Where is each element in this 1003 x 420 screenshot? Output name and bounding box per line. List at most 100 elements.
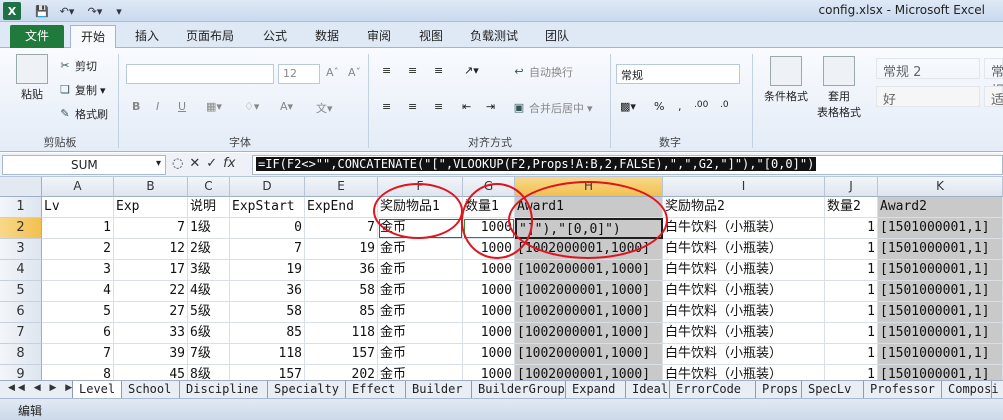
cell-k5[interactable]: [1501000001,1] [878,281,1003,302]
align-left-icon[interactable]: ≡ [382,100,391,113]
cell-k1[interactable]: Award2 [878,197,1003,218]
cell-b2[interactable]: 7 [114,218,188,239]
cell-i3[interactable]: 白牛饮料（小瓶装） [663,239,825,260]
cell-i1[interactable]: 奖励物品2 [663,197,825,218]
wrap-text-button[interactable]: ↩ 自动换行 [512,64,573,80]
cell-b6[interactable]: 27 [114,302,188,323]
cell-j8[interactable]: 1 [825,344,878,365]
cell-f2[interactable]: 金币 [378,218,463,239]
cell-h6[interactable]: [1002000001,1000] [515,302,663,323]
align-top-icon[interactable]: ≡ [382,64,391,77]
cell-a6[interactable]: 5 [42,302,114,323]
column-header-a[interactable]: A [42,177,114,197]
cell-j4[interactable]: 1 [825,260,878,281]
font-name-select[interactable] [126,64,274,84]
cell-h8[interactable]: [1002000001,1000] [515,344,663,365]
name-box[interactable]: SUM ▾ [2,155,166,175]
formula-input[interactable]: =IF(F2<>"",CONCATENATE("[",VLOOKUP(F2,Pr… [252,155,1003,175]
grow-font-button[interactable]: Aˆ [326,66,339,79]
sheet-tab-level[interactable]: Level [72,381,122,398]
cell-c8[interactable]: 7级 [188,344,230,365]
merge-center-button[interactable]: ▣ 合并后居中 ▾ [512,100,593,116]
cell-a3[interactable]: 2 [42,239,114,260]
sheet-tab-props[interactable]: Props [756,381,802,398]
row-header-1[interactable]: 1 [0,197,42,218]
tab-file[interactable]: 文件 [10,25,64,48]
cell-e8[interactable]: 157 [305,344,378,365]
row-header-8[interactable]: 8 [0,344,42,365]
cell-j5[interactable]: 1 [825,281,878,302]
cell-j2[interactable]: 1 [825,218,878,239]
column-header-j[interactable]: J [825,177,878,197]
cell-b5[interactable]: 22 [114,281,188,302]
font-color-icon[interactable]: A▾ [280,100,293,113]
tab-load-test[interactable]: 负载测试 [462,25,526,48]
cell-g3[interactable]: 1000 [463,239,515,260]
cell-f5[interactable]: 金币 [378,281,463,302]
column-header-h[interactable]: H [515,177,663,197]
phonetic-icon[interactable]: 文▾ [316,100,333,116]
cell-a7[interactable]: 6 [42,323,114,344]
conditional-formatting-button[interactable]: 条件格式 [760,56,812,104]
cell-d1[interactable]: ExpStart [230,197,305,218]
tab-home[interactable]: 开始 [70,25,116,48]
cell-g2[interactable]: 1000 [463,218,515,239]
row-header-2[interactable]: 2 [0,218,42,239]
cell-style-normal-2[interactable]: 常规 2 [876,58,980,80]
sheet-tab-speclv[interactable]: SpecLv [802,381,864,398]
row-header-4[interactable]: 4 [0,260,42,281]
cell-i2[interactable]: 白牛饮料（小瓶装） [663,218,825,239]
currency-icon[interactable]: ▩▾ [620,100,636,113]
column-header-b[interactable]: B [114,177,188,197]
cell-d3[interactable]: 7 [230,239,305,260]
cell-g4[interactable]: 1000 [463,260,515,281]
cell-f7[interactable]: 金币 [378,323,463,344]
cell-j3[interactable]: 1 [825,239,878,260]
cell-c4[interactable]: 3级 [188,260,230,281]
column-header-f[interactable]: F [378,177,463,197]
orientation-icon[interactable]: ↗▾ [464,64,479,77]
bold-button[interactable]: B [132,100,140,113]
cell-h2[interactable]: "]"),"[0,0]") [515,218,663,239]
cell-j6[interactable]: 1 [825,302,878,323]
percent-icon[interactable]: % [654,100,664,113]
row-header-5[interactable]: 5 [0,281,42,302]
sheet-tab-ideal[interactable]: Ideal [626,381,670,398]
align-middle-icon[interactable]: ≡ [408,64,417,77]
cancel-icon[interactable]: ✕ [189,156,200,171]
cell-e4[interactable]: 36 [305,260,378,281]
cell-k3[interactable]: [1501000001,1] [878,239,1003,260]
sheet-tab-professor[interactable]: Professor [864,381,942,398]
column-header-c[interactable]: C [188,177,230,197]
cell-i7[interactable]: 白牛饮料（小瓶装） [663,323,825,344]
cell-a2[interactable]: 1 [42,218,114,239]
cell-b1[interactable]: Exp [114,197,188,218]
cell-c5[interactable]: 4级 [188,281,230,302]
cell-style-normal[interactable]: 常规 [984,58,1003,99]
cell-b4[interactable]: 17 [114,260,188,281]
cell-h4[interactable]: [1002000001,1000] [515,260,663,281]
tab-insert[interactable]: 插入 [124,25,170,48]
font-size-select[interactable]: 12 [278,64,320,84]
cell-k8[interactable]: [1501000001,1] [878,344,1003,365]
tab-page-layout[interactable]: 页面布局 [178,25,242,48]
align-right-icon[interactable]: ≡ [434,100,443,113]
insert-function-icon[interactable]: fx [223,156,235,171]
cell-f1[interactable]: 奖励物品1 [378,197,463,218]
cell-g5[interactable]: 1000 [463,281,515,302]
cell-d2[interactable]: 0 [230,218,305,239]
cell-d8[interactable]: 118 [230,344,305,365]
row-header-7[interactable]: 7 [0,323,42,344]
cell-k7[interactable]: [1501000001,1] [878,323,1003,344]
cell-e6[interactable]: 85 [305,302,378,323]
cell-a1[interactable]: Lv [42,197,114,218]
borders-icon[interactable]: ▦▾ [206,100,222,113]
cell-c7[interactable]: 6级 [188,323,230,344]
tab-review[interactable]: 审阅 [356,25,402,48]
cell-d5[interactable]: 36 [230,281,305,302]
cell-e2[interactable]: 7 [305,218,378,239]
cell-g6[interactable]: 1000 [463,302,515,323]
shrink-font-button[interactable]: Aˇ [348,66,361,79]
cell-b8[interactable]: 39 [114,344,188,365]
cell-a8[interactable]: 7 [42,344,114,365]
